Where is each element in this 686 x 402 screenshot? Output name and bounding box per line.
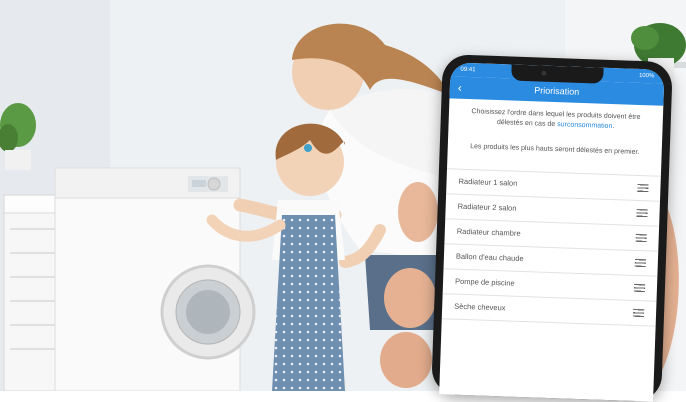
phone-notch — [511, 64, 604, 84]
drag-handle-icon[interactable] — [634, 258, 646, 268]
drag-handle-icon[interactable] — [637, 183, 649, 193]
drag-handle-icon[interactable] — [633, 283, 646, 293]
page-title: Priorisation — [534, 85, 580, 97]
item-label: Radiateur 2 salon — [457, 201, 517, 213]
intro-text-end: . — [612, 122, 615, 130]
drag-handle-icon[interactable] — [635, 233, 647, 243]
plant-left — [0, 103, 36, 170]
priority-list: Radiateur 1 salon Radiateur 2 salon Radi… — [441, 168, 661, 327]
overconsumption-link[interactable]: surconsommation — [557, 121, 612, 130]
item-label: Ballon d'eau chaude — [455, 251, 524, 264]
smartphone: 09:41 100% ‹ Priorisation Choisissez l'o… — [431, 54, 673, 402]
drag-handle-icon[interactable] — [636, 208, 648, 218]
chevron-left-icon[interactable]: ‹ — [457, 77, 462, 99]
intro-text: Choisissez l'ordre dans lequel les produ… — [459, 107, 654, 133]
intro-text-start: Choisissez l'ordre dans lequel les produ… — [471, 108, 641, 128]
item-label: Radiateur chambre — [456, 226, 521, 238]
phone-screen: 09:41 100% ‹ Priorisation Choisissez l'o… — [439, 62, 665, 402]
washing-machine — [54, 167, 256, 391]
item-label: Pompe de piscine — [454, 276, 515, 288]
priority-note: Les produits les plus hauts seront déles… — [470, 143, 640, 156]
item-label: Sèche cheveux — [454, 301, 506, 313]
drag-handle-icon[interactable] — [632, 308, 645, 318]
status-time: 09:41 — [460, 66, 476, 74]
battery-indicator: 100% — [638, 72, 655, 80]
camera-icon — [541, 70, 547, 76]
item-label: Radiateur 1 salon — [458, 176, 518, 188]
